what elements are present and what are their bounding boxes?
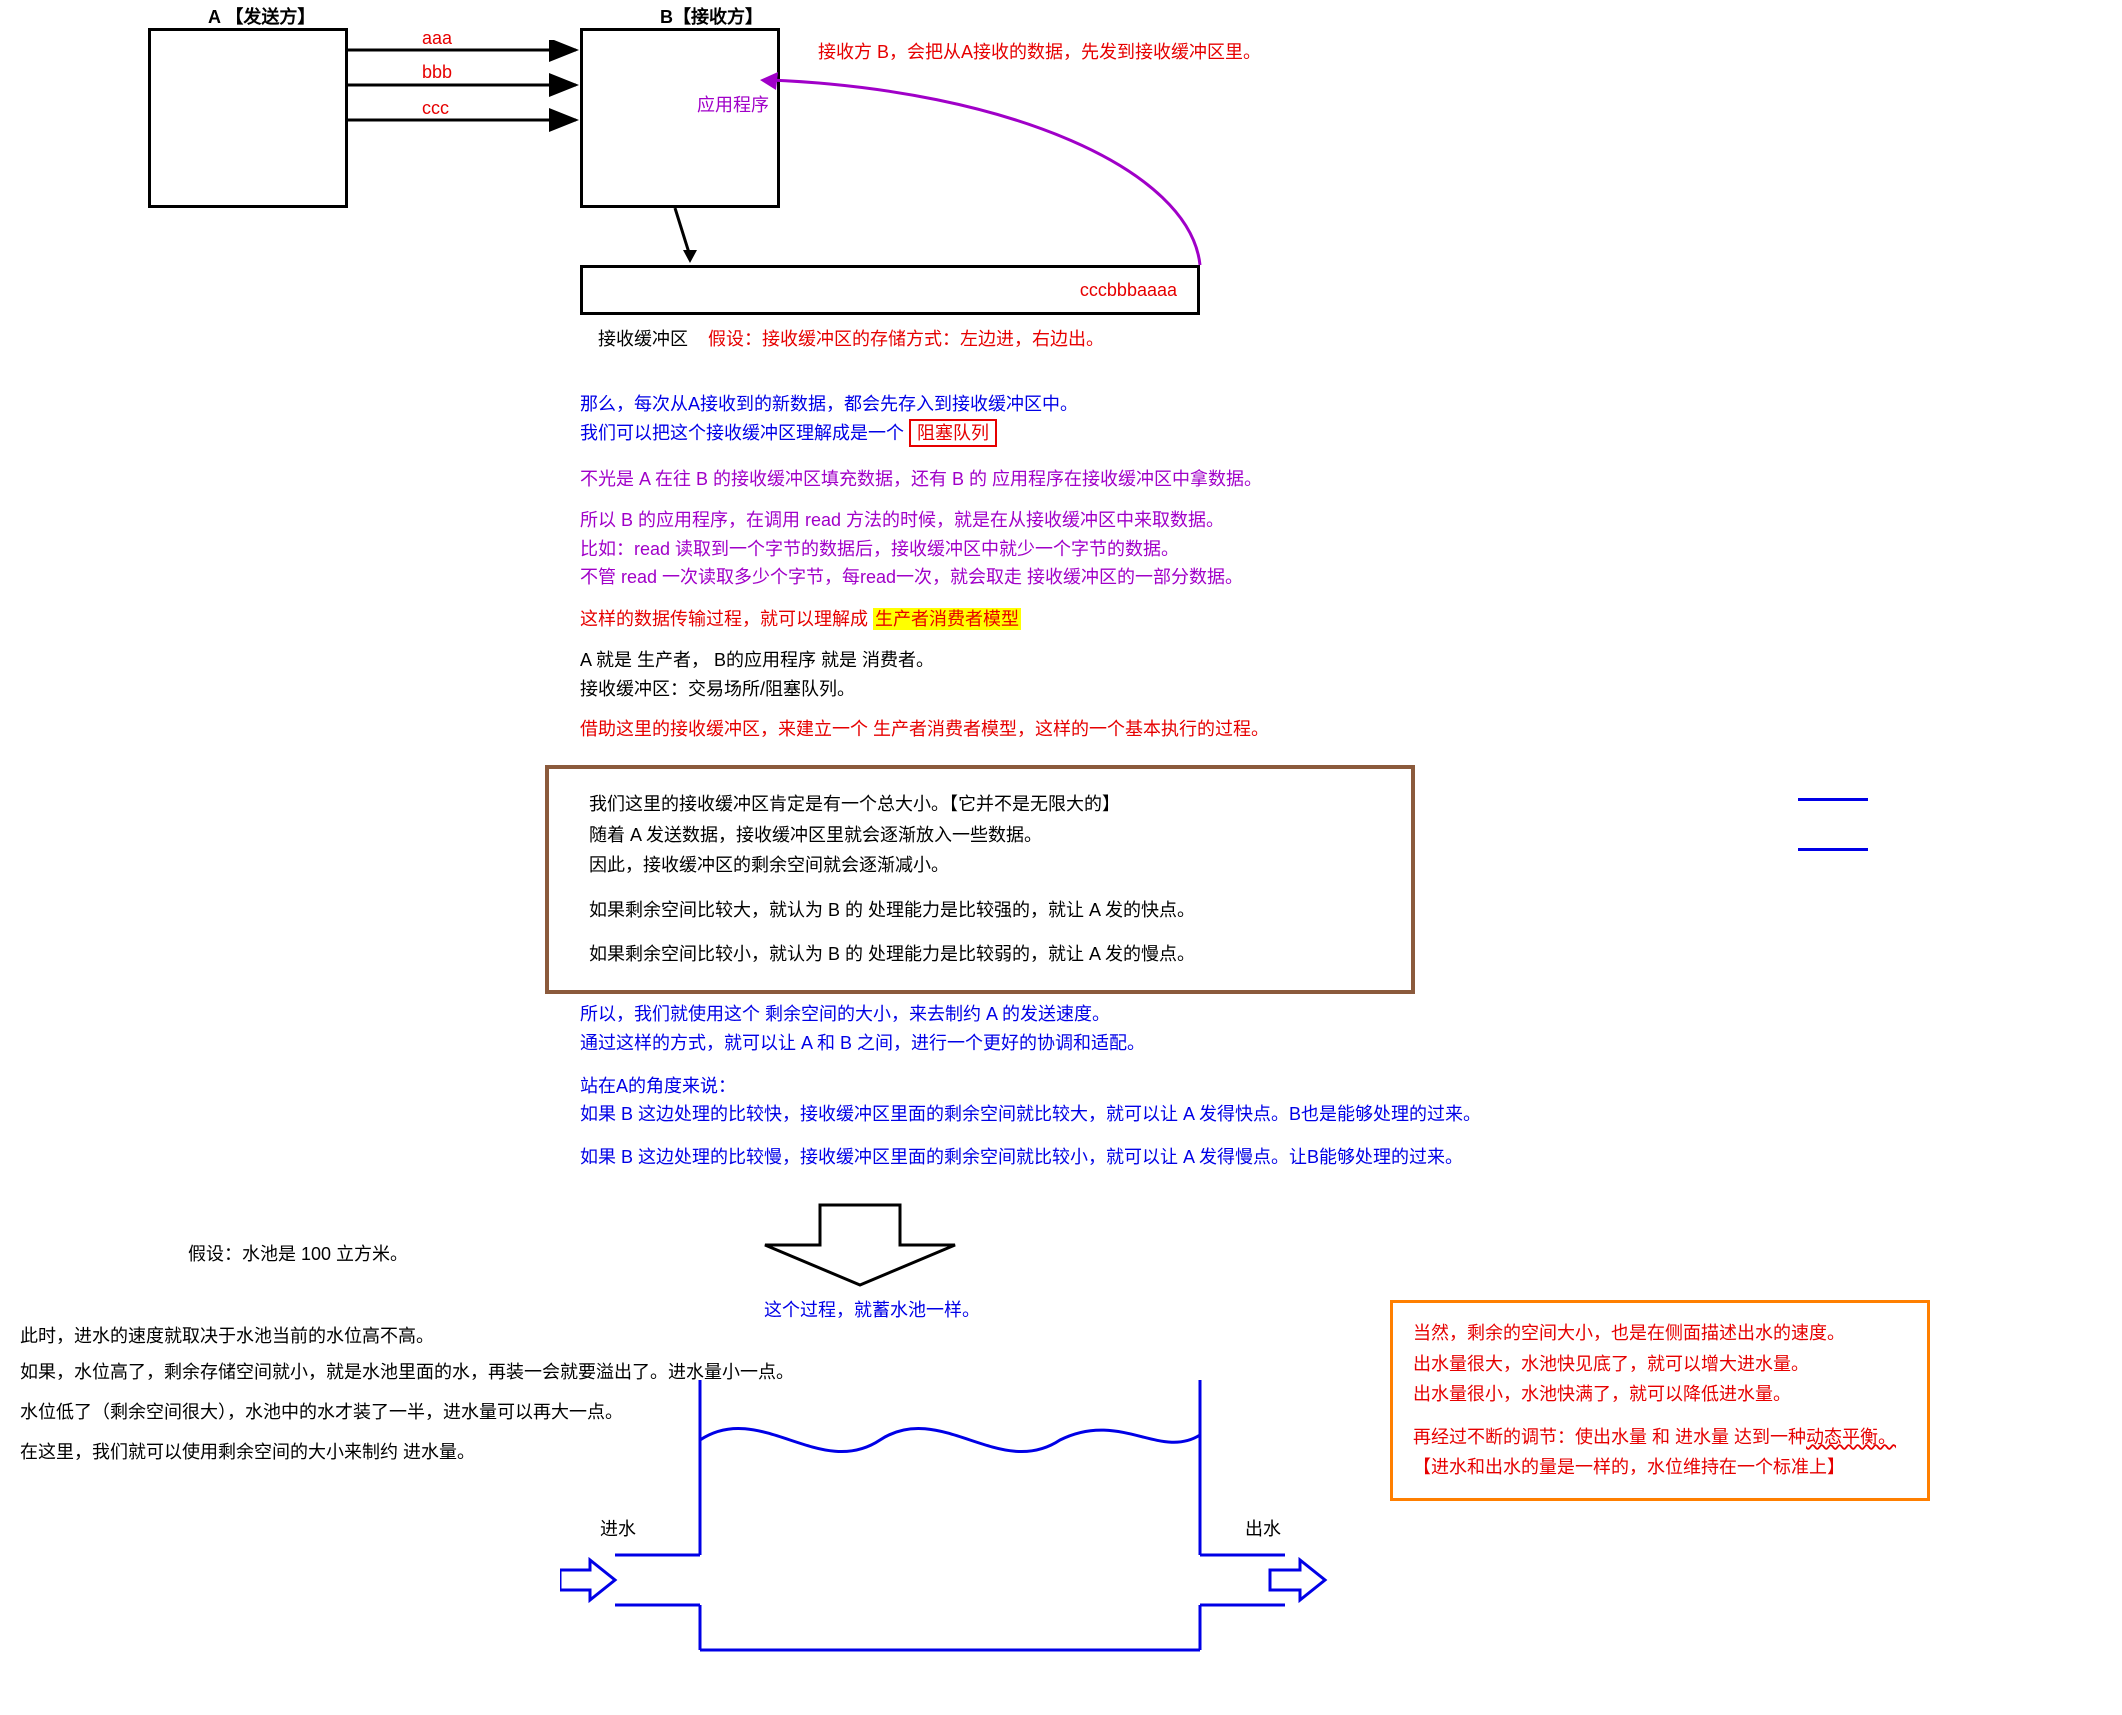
msg-1: aaa [422, 28, 452, 49]
text-c-l1a: 这样的数据传输过程，就可以理解成 [580, 609, 868, 629]
brown-l1: 我们这里的接收缓冲区肯定是有一个总大小。【它并不是无限大的】 [589, 789, 1371, 820]
brown-l4: 如果剩余空间比较大，就认为 B 的 处理能力是比较强的，就让 A 发的快点。 [589, 895, 1371, 926]
decorative-dash-1 [1798, 798, 1868, 801]
text-c-l2: A 就是 生产者， B的应用程序 就是 消费者。 [580, 646, 1269, 675]
analogy-l3: 水位低了（剩余空间很大），水池中的水才装了一半，进水量可以再大一点。 [20, 1394, 794, 1430]
receiver-note: 接收方 B，会把从A接收的数据，先发到接收缓冲区里。 [818, 38, 1261, 64]
receiver-box: 应用程序 [580, 28, 780, 208]
orange-l4b: 动态平衡。 [1806, 1427, 1896, 1447]
brown-l5: 如果剩余空间比较小，就认为 B 的 处理能力是比较弱的，就让 A 发的慢点。 [589, 939, 1371, 970]
orange-l2: 出水量很大，水池快见底了，就可以增大进水量。 [1413, 1349, 1907, 1380]
buffer-assumption: 假设：接收缓冲区的存储方式：左边进，右边出。 [708, 325, 1104, 351]
decorative-dash-2 [1798, 848, 1868, 851]
text-block-a: 那么，每次从A接收到的新数据，都会先存入到接收缓冲区中。 我们可以把这个接收缓冲… [580, 390, 1078, 448]
arrow-b-to-buffer [645, 208, 705, 268]
sender-box [148, 28, 348, 208]
text-b-l1: 不光是 A 在往 B 的接收缓冲区填充数据，还有 B 的 应用程序在接收缓冲区中… [580, 465, 1262, 494]
text-block-c: 这样的数据传输过程，就可以理解成 生产者消费者模型 A 就是 生产者， B的应用… [580, 605, 1269, 744]
text-b-l2: 所以 B 的应用程序，在调用 read 方法的时候，就是在从接收缓冲区中来取数据… [580, 506, 1262, 535]
text-d-l3: 站在A的角度来说： [580, 1072, 1481, 1101]
receive-buffer-box: cccbbbaaaa [580, 265, 1200, 315]
text-d-l4: 如果 B 这边处理的比较快，接收缓冲区里面的剩余空间就比较大，就可以让 A 发得… [580, 1100, 1481, 1129]
text-b-l4: 不管 read 一次读取多少个字节，每read一次，就会取走 接收缓冲区的一部分… [580, 563, 1262, 592]
brown-l3: 因此，接收缓冲区的剩余空间就会逐渐减小。 [589, 850, 1371, 881]
app-label: 应用程序 [697, 91, 769, 117]
buffer-label: 接收缓冲区 [598, 325, 688, 351]
text-c-l4: 借助这里的接收缓冲区，来建立一个 生产者消费者模型，这样的一个基本执行的过程。 [580, 715, 1269, 744]
receiver-label: B【接收方】 [660, 3, 763, 29]
arrows-a-to-b [348, 40, 580, 160]
orange-l4a: 再经过不断的调节：使出水量 和 进水量 达到一种 [1413, 1427, 1806, 1447]
arrow-buffer-to-app [760, 70, 1240, 270]
sender-label: A 【发送方】 [208, 3, 315, 29]
brown-l2: 随着 A 发送数据，接收缓冲区里就会逐渐放入一些数据。 [589, 820, 1371, 851]
analogy-l1: 此时，进水的速度就取决于水池当前的水位高不高。 [20, 1318, 794, 1354]
text-a-l1: 那么，每次从A接收到的新数据，都会先存入到接收缓冲区中。 [580, 390, 1078, 419]
analogy-left-text: 此时，进水的速度就取决于水池当前的水位高不高。 如果，水位高了，剩余存储空间就小… [20, 1318, 794, 1470]
text-block-d: 所以，我们就使用这个 剩余空间的大小，来去制约 A 的发送速度。 通过这样的方式… [580, 1000, 1481, 1172]
blocking-queue-tag: 阻塞队列 [909, 419, 997, 447]
text-d-l1: 所以，我们就使用这个 剩余空间的大小，来去制约 A 的发送速度。 [580, 1000, 1481, 1029]
msg-3: ccc [422, 98, 449, 119]
text-b-l3: 比如：read 读取到一个字节的数据后，接收缓冲区中就少一个字节的数据。 [580, 535, 1262, 564]
analogy-assume: 假设：水池是 100 立方米。 [188, 1240, 408, 1266]
msg-2: bbb [422, 62, 452, 83]
orange-l5: 【进水和出水的量是一样的，水位维持在一个标准上】 [1413, 1452, 1907, 1483]
text-c-l3: 接收缓冲区：交易场所/阻塞队列。 [580, 675, 1269, 704]
big-down-arrow-icon [760, 1200, 960, 1290]
text-d-l2: 通过这样的方式，就可以让 A 和 B 之间，进行一个更好的协调和适配。 [580, 1029, 1481, 1058]
buffer-content: cccbbbaaaa [1080, 280, 1177, 301]
producer-consumer-tag: 生产者消费者模型 [873, 608, 1021, 630]
out-label: 出水 [1245, 1515, 1281, 1541]
text-a-l2a: 我们可以把这个接收缓冲区理解成是一个 [580, 423, 904, 443]
brown-box: 我们这里的接收缓冲区肯定是有一个总大小。【它并不是无限大的】 随着 A 发送数据… [545, 765, 1415, 994]
analogy-l2: 如果，水位高了，剩余存储空间就小，就是水池里面的水，再装一会就要溢出了。进水量小… [20, 1354, 794, 1390]
text-d-l5: 如果 B 这边处理的比较慢，接收缓冲区里面的剩余空间就比较小，就可以让 A 发得… [580, 1143, 1481, 1172]
orange-l3: 出水量很小，水池快满了，就可以降低进水量。 [1413, 1379, 1907, 1410]
analogy-l4: 在这里，我们就可以使用剩余空间的大小来制约 进水量。 [20, 1434, 794, 1470]
orange-box: 当然，剩余的空间大小，也是在侧面描述出水的速度。 出水量很大，水池快见底了，就可… [1390, 1300, 1930, 1501]
analogy-heading: 这个过程，就蓄水池一样。 [764, 1296, 980, 1322]
text-block-b: 不光是 A 在往 B 的接收缓冲区填充数据，还有 B 的 应用程序在接收缓冲区中… [580, 465, 1262, 592]
orange-l1: 当然，剩余的空间大小，也是在侧面描述出水的速度。 [1413, 1318, 1907, 1349]
in-label: 进水 [600, 1515, 636, 1541]
